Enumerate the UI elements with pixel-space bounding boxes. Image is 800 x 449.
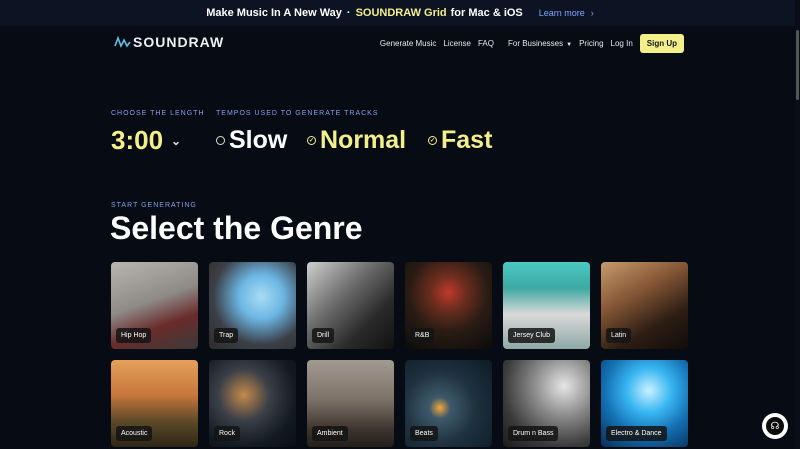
unchecked-circle-icon <box>216 136 225 145</box>
banner-platforms: for Mac & iOS <box>450 7 523 19</box>
nav-license[interactable]: License <box>443 39 471 48</box>
length-value[interactable]: 3:00 <box>111 125 163 156</box>
learn-more-link[interactable]: Learn more › <box>539 8 594 18</box>
tempo-fast-label: Fast <box>441 126 493 154</box>
genre-card-trap[interactable]: Trap <box>209 262 296 349</box>
genre-label: Trap <box>214 328 239 343</box>
tempo-normal[interactable]: ✓ Normal <box>307 126 406 155</box>
section-title: Select the Genre <box>110 210 363 246</box>
caret-down-icon: ▼ <box>566 42 573 48</box>
tempos-label: TEMPOS USED TO GENERATE TRACKS <box>216 110 379 117</box>
genre-label: Drum n Bass <box>508 426 559 441</box>
genre-label: Electro & Dance <box>606 426 667 441</box>
nav-for-businesses[interactable]: For Businesses ▼ <box>501 39 572 48</box>
banner-product: SOUNDRAW Grid <box>355 7 447 19</box>
check-circle-icon: ✓ <box>428 136 437 145</box>
tempo-slow-label: Slow <box>229 126 288 154</box>
sign-up-button[interactable]: Sign Up <box>639 34 684 53</box>
genre-label: Jersey Club <box>508 328 555 343</box>
genre-card-drill[interactable]: Drill <box>307 262 394 349</box>
logo-text: SOUNDRAW <box>133 34 225 50</box>
length-label: CHOOSE THE LENGTH <box>111 110 205 117</box>
genre-label: Acoustic <box>116 426 153 441</box>
logo[interactable]: SOUNDRAW <box>114 34 224 50</box>
tempo-normal-label: Normal <box>320 126 407 154</box>
genre-label: Rock <box>214 426 240 441</box>
genre-label: Drill <box>312 328 335 343</box>
tempo-fast[interactable]: ✓ Fast <box>428 126 492 155</box>
section-kicker: START GENERATING <box>111 202 197 209</box>
genre-card-latin[interactable]: Latin <box>601 262 688 349</box>
check-circle-icon: ✓ <box>307 136 316 145</box>
genre-card-hip-hop[interactable]: Hip Hop <box>111 262 198 349</box>
genre-label: Beats <box>410 426 438 441</box>
chevron-right-icon: › <box>590 8 594 18</box>
top-nav: SOUNDRAW Generate Music License FAQ For … <box>0 26 800 62</box>
genre-card-electro-dance[interactable]: Electro & Dance <box>601 360 688 447</box>
support-button[interactable]: ☊ <box>762 413 788 439</box>
genre-card-beats[interactable]: Beats <box>405 360 492 447</box>
nav-menu: Generate Music License FAQ For Businesse… <box>373 34 684 53</box>
genre-label: Ambient <box>312 426 348 441</box>
promo-banner: Make Music In A New Way · SOUNDRAW Grid … <box>0 0 800 26</box>
nav-log-in[interactable]: Log In <box>611 39 633 48</box>
chevron-down-icon[interactable]: ⌄ <box>171 134 181 148</box>
genre-card-ambient[interactable]: Ambient <box>307 360 394 447</box>
genre-label: R&B <box>410 328 435 343</box>
length-selector[interactable]: 3:00 ⌄ <box>111 125 181 156</box>
scrollbar-thumb[interactable] <box>796 30 799 100</box>
nav-faq[interactable]: FAQ <box>478 39 494 48</box>
banner-separator: · <box>346 7 351 19</box>
soundwave-logo-icon <box>114 35 131 48</box>
nav-pricing[interactable]: Pricing <box>579 39 603 48</box>
genre-card-rock[interactable]: Rock <box>209 360 296 447</box>
genre-card-rnb[interactable]: R&B <box>405 262 492 349</box>
genre-card-acoustic[interactable]: Acoustic <box>111 360 198 447</box>
scrollbar[interactable] <box>795 0 800 449</box>
banner-text: Make Music In A New Way <box>206 7 342 19</box>
genre-card-jersey-club[interactable]: Jersey Club <box>503 262 590 349</box>
nav-generate-music[interactable]: Generate Music <box>380 39 436 48</box>
headset-icon: ☊ <box>766 417 784 435</box>
genre-label: Latin <box>606 328 632 343</box>
genre-card-drum-n-bass[interactable]: Drum n Bass <box>503 360 590 447</box>
genre-label: Hip Hop <box>116 328 152 343</box>
tempo-slow[interactable]: Slow <box>216 126 287 155</box>
